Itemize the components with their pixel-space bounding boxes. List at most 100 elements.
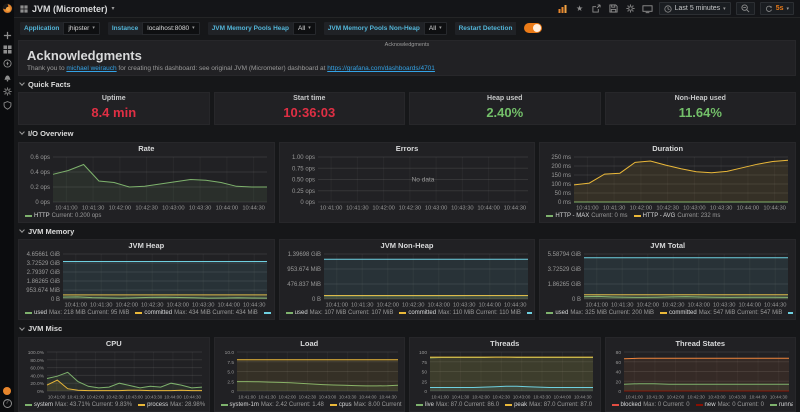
- legend-series-stats: Current: 232 ms: [677, 213, 720, 219]
- thread-states-chart[interactable]: 02040608010:41:0010:41:3010:42:0010:42:3…: [608, 349, 794, 400]
- panel-title[interactable]: Uptime: [19, 95, 209, 102]
- legend-series-name: new: [705, 402, 716, 408]
- legend-item-system[interactable]: systemMax: 43.71% Current: 9.83%: [25, 402, 132, 408]
- panel-title[interactable]: Threads: [412, 339, 598, 349]
- panel-title[interactable]: Duration: [542, 144, 793, 154]
- row-quick-facts[interactable]: Quick Facts: [18, 79, 796, 90]
- row-title: I/O Overview: [28, 129, 73, 138]
- panel-title[interactable]: Non-Heap used: [606, 95, 796, 102]
- dashboards-icon[interactable]: [1, 43, 13, 56]
- panel-title[interactable]: CPU: [21, 339, 207, 349]
- cpu-chart[interactable]: 0%20.0%40.0%60.0%80.0%100.0%10:41:0010:4…: [21, 349, 207, 400]
- panel-title[interactable]: JVM Non-Heap: [282, 241, 533, 251]
- legend-item-http-avg[interactable]: HTTP - AVGCurrent: 232 ms: [634, 213, 721, 219]
- load-chart[interactable]: 02.55.07.510.010:41:0010:41:3010:42:0010…: [217, 349, 403, 400]
- legend-item-max[interactable]: maxMax: 5.121 GiB Current: 5.121 GiB: [788, 310, 793, 316]
- jvm-total-chart[interactable]: 0 B1.86265 GiB3.72529 GiB5.58794 GiB10:4…: [542, 251, 793, 308]
- panel-title[interactable]: JVM Total: [542, 241, 793, 251]
- legend-item-max[interactable]: maxMax: 3.885 GiB Current: 3.885 GiB: [264, 310, 272, 316]
- variable-pools-heap[interactable]: JVM Memory Pools Heap All ▾: [208, 22, 316, 35]
- legend-item-live[interactable]: liveMax: 87.0 Current: 86.0: [416, 402, 499, 408]
- variable-pools-nonheap[interactable]: JVM Memory Pools Non-Heap All ▾: [324, 22, 447, 35]
- time-range-picker[interactable]: Last 5 minutes ▾: [659, 2, 731, 15]
- threads-chart[interactable]: 025507510010:41:0010:41:3010:42:0010:42:…: [412, 349, 598, 400]
- panel-title[interactable]: Load: [217, 339, 403, 349]
- duration-chart[interactable]: 0 ms50 ms100 ms150 ms200 ms250 ms10:41:0…: [542, 154, 793, 211]
- author-link[interactable]: michael weirauch: [66, 65, 116, 72]
- row-jvm-memory[interactable]: JVM Memory: [18, 226, 796, 237]
- variable-instance[interactable]: Instance localhost:8080 ▾: [108, 22, 200, 35]
- add-panel-icon[interactable]: [557, 3, 569, 15]
- legend-item-runnable[interactable]: runnableMax: 15 Current: 14: [770, 402, 793, 408]
- explore-icon[interactable]: [1, 57, 13, 70]
- legend-item-max[interactable]: maxMax: 1.236 GiB Current: 1.236 GiB: [527, 310, 532, 316]
- panel-title[interactable]: Thread States: [608, 339, 794, 349]
- rate-legend: HTTPCurrent: 0.200 ops: [21, 211, 272, 221]
- errors-chart[interactable]: 0 ops0.25 ops0.50 ops0.75 ops1.00 ops10:…: [282, 154, 533, 211]
- series-fill-cpus: [237, 360, 398, 391]
- refresh-picker[interactable]: 5s ▾: [760, 2, 794, 15]
- dashboard-title-caret-icon[interactable]: ▾: [112, 5, 115, 12]
- y-tick-label: 476.837 MiB: [287, 282, 321, 288]
- x-tick-label: 10:42:00: [278, 394, 296, 399]
- create-icon[interactable]: [1, 29, 13, 42]
- dashboard-grid-icon: [20, 5, 28, 13]
- dashboard-title[interactable]: JVM (Micrometer): [32, 4, 108, 14]
- help-icon[interactable]: ?: [1, 397, 13, 410]
- star-icon[interactable]: ★: [574, 3, 586, 15]
- restart-detection-toggle[interactable]: [524, 23, 542, 33]
- legend-item-committed[interactable]: committedMax: 110 MiB Current: 110 MiB: [399, 310, 521, 316]
- variable-instance-value[interactable]: localhost:8080 ▾: [142, 22, 199, 35]
- zoom-out-button[interactable]: [736, 2, 755, 15]
- legend-item-system-1m[interactable]: system-1mMax: 2.42 Current: 1.48: [221, 402, 324, 408]
- alerting-bell-icon[interactable]: [1, 71, 13, 84]
- user-avatar[interactable]: [1, 384, 13, 397]
- legend-item-peak[interactable]: peakMax: 87.0 Current: 87.0: [505, 402, 592, 408]
- legend-item-blocked[interactable]: blockedMax: 0 Current: 0: [612, 402, 690, 408]
- configuration-gear-icon[interactable]: [1, 85, 13, 98]
- jvm-heap-chart[interactable]: 0 B953.674 MiB1.86265 GiB2.79397 GiB3.72…: [21, 251, 272, 308]
- variable-pools-heap-value[interactable]: All ▾: [293, 22, 316, 35]
- panel-title[interactable]: Errors: [282, 144, 533, 154]
- x-tick-label: 10:42:30: [493, 394, 511, 399]
- legend-item-used[interactable]: usedMax: 218 MiB Current: 95 MiB: [25, 310, 129, 316]
- row-jvm-misc[interactable]: JVM Misc: [18, 323, 796, 334]
- panel-title[interactable]: Start time: [215, 95, 405, 102]
- legend-item-committed[interactable]: committedMax: 434 MiB Current: 434 MiB: [135, 310, 257, 316]
- legend-series-stats: Max: 28.98% Current: 0.79%: [170, 402, 206, 408]
- panel-nonheap-used: Non-Heap used 11.64%: [605, 92, 797, 125]
- panel-title[interactable]: JVM Heap: [21, 241, 272, 251]
- tv-cycle-icon[interactable]: [642, 3, 654, 15]
- legend-item-committed[interactable]: committedMax: 547 MiB Current: 547 MiB: [660, 310, 782, 316]
- row-io-overview[interactable]: I/O Overview: [18, 128, 796, 139]
- duration-legend: HTTP - MAXCurrent: 0 ms HTTP - AVGCurrent…: [542, 211, 793, 221]
- panel-title[interactable]: Acknowledgments: [19, 42, 795, 48]
- server-admin-shield-icon[interactable]: [1, 99, 13, 112]
- variable-pools-nonheap-value[interactable]: All ▾: [424, 22, 447, 35]
- panel-duration: Duration 0 ms50 ms100 ms150 ms200 ms250 …: [539, 142, 796, 223]
- panel-settings-gear-icon[interactable]: [625, 3, 637, 15]
- jvm-nonheap-chart[interactable]: 0 B476.837 MiB953.674 MiB1.39698 GiB10:4…: [282, 251, 533, 308]
- legend-item-cpus[interactable]: cpusMax: 8.00 Current: 8.00: [330, 402, 402, 408]
- legend-swatch-icon: [25, 215, 32, 217]
- x-tick-label: 10:41:00: [48, 394, 66, 399]
- panel-title[interactable]: Rate: [21, 144, 272, 154]
- save-icon[interactable]: [608, 3, 620, 15]
- share-icon[interactable]: [591, 3, 603, 15]
- rate-chart[interactable]: 0 ops0.2 ops0.4 ops0.6 ops10:41:0010:41:…: [21, 154, 272, 211]
- grafana-logo-icon[interactable]: [1, 2, 13, 15]
- legend-item-http-max[interactable]: HTTP - MAXCurrent: 0 ms: [546, 213, 627, 219]
- legend-item-used[interactable]: usedMax: 107 MiB Current: 107 MiB: [286, 310, 394, 316]
- legend-item-used[interactable]: usedMax: 325 MiB Current: 200 MiB: [546, 310, 654, 316]
- variable-application[interactable]: Application jhipster ▾: [20, 22, 100, 35]
- legend-item-process[interactable]: processMax: 28.98% Current: 0.79%: [138, 402, 206, 408]
- legend-series-name: HTTP - MAX: [555, 213, 589, 219]
- chart-svg: 0 ops0.2 ops0.4 ops0.6 ops10:41:0010:41:…: [21, 154, 272, 211]
- dashboard-url-link[interactable]: https://grafana.com/dashboards/4701: [327, 65, 435, 72]
- y-tick-label: 0 B: [51, 297, 60, 303]
- variable-application-value[interactable]: jhipster ▾: [63, 22, 99, 35]
- panel-title[interactable]: Heap used: [410, 95, 600, 102]
- legend-item-new[interactable]: newMax: 0 Current: 0: [696, 402, 764, 408]
- jvm-nonheap-legend: usedMax: 107 MiB Current: 107 MiB committ…: [282, 308, 533, 318]
- legend-item-http[interactable]: HTTPCurrent: 0.200 ops: [25, 213, 101, 219]
